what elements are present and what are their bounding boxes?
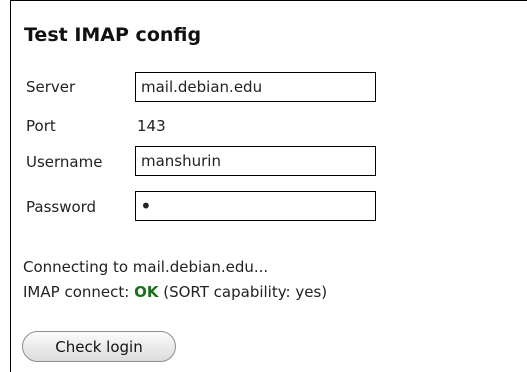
- server-input[interactable]: [135, 72, 376, 102]
- server-label: Server: [26, 78, 76, 96]
- panel-frame: [10, 0, 527, 372]
- username-input[interactable]: [135, 146, 376, 176]
- port-value: 143: [137, 117, 166, 135]
- imap-connect-status: IMAP connect: OK (SORT capability: yes): [23, 283, 327, 301]
- imap-connect-result: OK: [134, 283, 159, 301]
- panel-title: Test IMAP config: [24, 24, 202, 46]
- imap-connect-label: IMAP connect:: [23, 283, 130, 301]
- sort-capability-detail: (SORT capability: yes): [163, 283, 328, 301]
- connecting-status: Connecting to mail.debian.edu...: [23, 258, 269, 276]
- check-login-button[interactable]: Check login: [22, 331, 176, 362]
- username-label: Username: [26, 153, 103, 171]
- password-input[interactable]: [135, 191, 376, 221]
- password-label: Password: [26, 198, 97, 216]
- port-label: Port: [26, 117, 56, 135]
